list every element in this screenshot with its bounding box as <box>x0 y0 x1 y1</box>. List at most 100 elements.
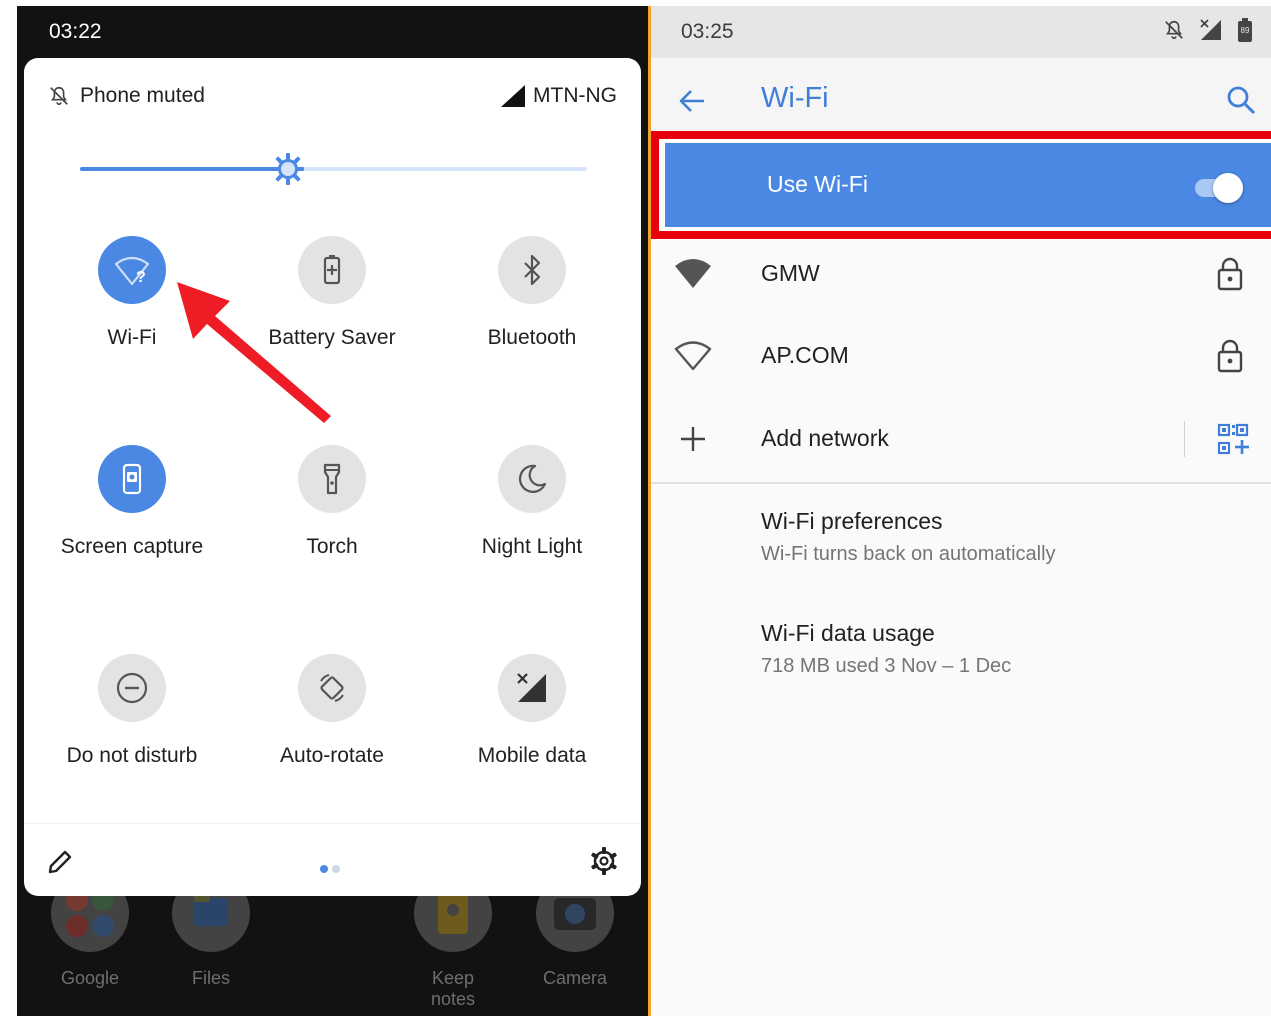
tile-battery-saver-toggle[interactable] <box>298 236 366 304</box>
tile-mobile-data[interactable]: Mobile data <box>432 654 632 768</box>
tile-wifi-toggle[interactable]: ? <box>98 236 166 304</box>
tile-torch[interactable]: Torch <box>232 445 432 559</box>
pencil-icon <box>48 850 72 874</box>
status-bar-time: 03:25 <box>681 20 734 43</box>
cell-signal-off-icon <box>1200 19 1221 40</box>
pref-title: Wi-Fi data usage <box>761 620 935 646</box>
page-indicator <box>320 860 350 873</box>
tile-label: Screen capture <box>60 535 204 558</box>
gear-icon <box>591 847 617 875</box>
pref-subtitle: 718 MB used 3 Nov – 1 Dec <box>761 655 1012 677</box>
use-wifi-row-highlight: Use Wi-Fi <box>651 131 1271 239</box>
settings-button[interactable] <box>589 846 619 876</box>
qr-code-scan-icon <box>1217 423 1249 455</box>
battery-level: 89 <box>1240 26 1250 35</box>
ringer-status-label: Phone muted <box>80 84 205 107</box>
tile-do-not-disturb-toggle[interactable] <box>98 654 166 722</box>
cell-signal-icon <box>501 85 526 107</box>
screen-capture-icon <box>122 463 142 495</box>
tile-do-not-disturb[interactable]: Do not disturb <box>32 654 232 768</box>
screenshot-root: 03:22 Google Files Keep notes Camera Pho… <box>0 0 1271 1016</box>
home-app-label: Files <box>191 968 230 988</box>
tile-label: Bluetooth <box>487 326 577 349</box>
torch-icon <box>323 463 341 495</box>
search-button[interactable] <box>1225 84 1257 116</box>
lock-icon <box>1215 256 1245 292</box>
battery-icon: 89 <box>1237 18 1253 42</box>
back-button[interactable] <box>677 86 707 116</box>
status-bar-time: 03:22 <box>49 20 102 43</box>
tile-label: Night Light <box>481 535 583 558</box>
status-bar-icons: 89 <box>1163 18 1253 42</box>
mobile-data-off-icon <box>517 673 546 702</box>
left-phone-screen: 03:22 Google Files Keep notes Camera Pho… <box>17 6 648 1016</box>
wifi-data-usage-item[interactable]: Wi-Fi data usage 718 MB used 3 Nov – 1 D… <box>761 620 1261 678</box>
wifi-full-signal-icon <box>673 254 713 294</box>
tile-bluetooth-toggle[interactable] <box>498 236 566 304</box>
right-phone-screen: 03:25 89 Wi-Fi Use Wi-Fi GMW AP.COM Add … <box>651 6 1271 1016</box>
tile-auto-rotate[interactable]: Auto-rotate <box>232 654 432 768</box>
tile-label: Wi-Fi <box>107 326 157 349</box>
pref-title: Wi-Fi preferences <box>761 508 943 534</box>
auto-rotate-icon <box>320 674 344 702</box>
brightness-slider[interactable] <box>80 153 587 185</box>
tile-screen-capture[interactable]: Screen capture <box>32 445 232 559</box>
bell-off-icon <box>1165 20 1183 40</box>
tile-screen-capture-toggle[interactable] <box>98 445 166 513</box>
vertical-divider <box>1184 421 1185 457</box>
tile-label: Torch <box>306 535 358 558</box>
scan-qr-button[interactable] <box>1217 423 1249 455</box>
page-title: Wi-Fi <box>761 82 829 114</box>
page-dot-active <box>320 865 328 873</box>
wifi-weak-signal-icon <box>673 336 713 376</box>
add-network-row[interactable]: Add network <box>651 399 1271 481</box>
network-row-ap-com[interactable]: AP.COM <box>651 316 1271 398</box>
quick-settings-panel: Phone muted MTN-NG ? Wi-Fi Battery Saver… <box>24 58 641 896</box>
wifi-preferences-item[interactable]: Wi-Fi preferences Wi-Fi turns back on au… <box>761 508 1261 566</box>
tile-night-light-toggle[interactable] <box>498 445 566 513</box>
plus-icon <box>673 419 713 459</box>
lock-icon <box>1215 338 1245 374</box>
search-icon <box>1227 86 1256 115</box>
wifi-question-icon: ? <box>114 256 150 286</box>
tile-label: Auto-rotate <box>280 744 384 767</box>
home-app-label: Keep notes <box>430 968 476 1009</box>
tile-mobile-data-toggle[interactable] <box>498 654 566 722</box>
add-network-label: Add network <box>761 425 889 451</box>
tile-battery-saver[interactable]: Battery Saver <box>232 236 432 350</box>
carrier-status: MTN-NG <box>501 84 617 108</box>
use-wifi-row[interactable]: Use Wi-Fi <box>665 143 1271 227</box>
network-name: AP.COM <box>761 342 849 368</box>
do-not-disturb-icon <box>116 672 148 704</box>
pref-subtitle: Wi-Fi turns back on automatically <box>761 543 1056 565</box>
use-wifi-switch[interactable] <box>1191 169 1243 205</box>
tile-bluetooth[interactable]: Bluetooth <box>432 236 632 350</box>
section-divider <box>651 482 1271 484</box>
battery-saver-icon <box>323 255 341 285</box>
home-app-label: Camera <box>542 968 608 988</box>
arrow-back-icon <box>679 90 704 112</box>
use-wifi-label: Use Wi-Fi <box>767 171 868 197</box>
home-app-label: Google <box>60 968 120 988</box>
page-dot <box>332 865 340 873</box>
quick-settings-footer <box>24 823 641 896</box>
carrier-name: MTN-NG <box>533 84 617 107</box>
network-name: GMW <box>761 260 820 286</box>
tile-wifi[interactable]: ? Wi-Fi <box>32 236 232 350</box>
network-row-gmw[interactable]: GMW <box>651 234 1271 316</box>
brightness-icon <box>271 153 304 185</box>
app-bar: Wi-Fi <box>651 58 1271 142</box>
brightness-track-fill <box>80 167 288 171</box>
tile-auto-rotate-toggle[interactable] <box>298 654 366 722</box>
bell-off-icon <box>50 86 68 106</box>
edit-tiles-button[interactable] <box>46 848 74 876</box>
tile-torch-toggle[interactable] <box>298 445 366 513</box>
tile-label: Battery Saver <box>268 326 396 349</box>
tile-night-light[interactable]: Night Light <box>432 445 632 559</box>
brightness-thumb[interactable] <box>271 152 305 186</box>
svg-text:?: ? <box>136 269 146 286</box>
ringer-status[interactable]: Phone muted <box>48 84 205 108</box>
bluetooth-icon <box>524 254 541 286</box>
status-bar: 03:25 89 <box>651 6 1271 58</box>
tile-label: Do not disturb <box>66 744 198 767</box>
